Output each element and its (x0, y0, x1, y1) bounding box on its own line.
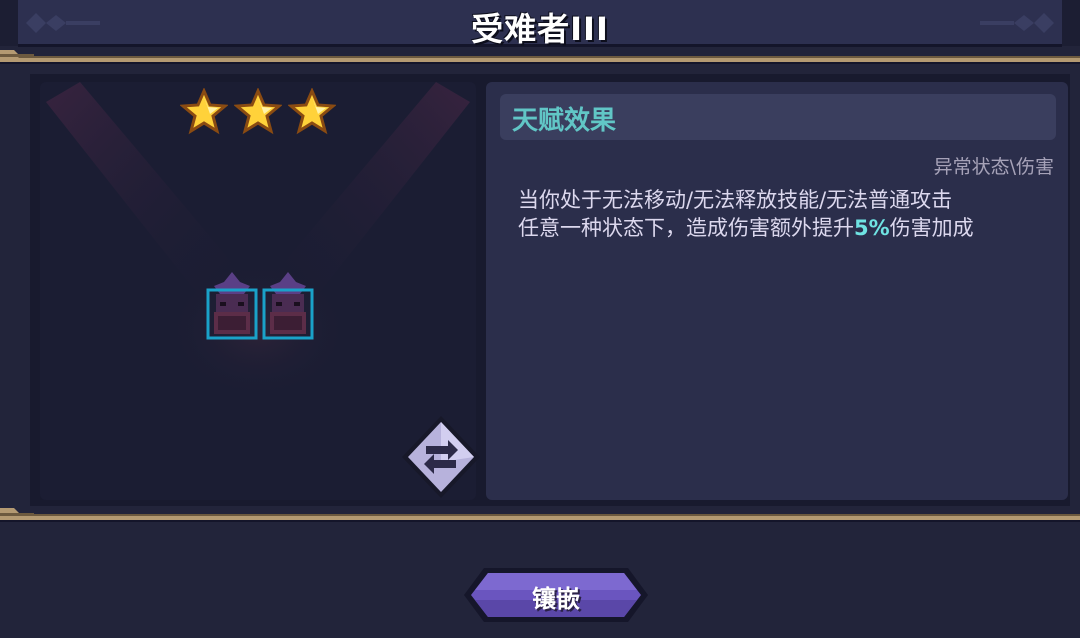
swap-button[interactable] (398, 412, 484, 502)
talent-desc-text: 任意一种状态下，造成伤害额外提升 (518, 216, 854, 240)
page-title: 受难者III (471, 10, 609, 48)
talent-info-panel (486, 82, 1068, 500)
top-rail-cap-icon (0, 50, 34, 62)
talent-description: 当你处于无法移动/无法释放技能/无法普通攻击 任意一种状态下，造成伤害额外提升5… (518, 186, 1058, 242)
star-icon (180, 88, 228, 135)
star-icon (234, 88, 282, 135)
embed-button[interactable]: 镶嵌 (462, 566, 650, 624)
hooded-mage-icon (206, 272, 258, 340)
talent-tag: 异常状态\伤害 (933, 156, 1054, 178)
bottom-rail-cap-icon (0, 508, 34, 520)
embed-button-label: 镶嵌 (532, 585, 580, 613)
hooded-mage-icon (262, 272, 314, 340)
bonus-value: 5% (854, 216, 890, 240)
top-rail (0, 56, 1080, 64)
bottom-rail (0, 514, 1080, 522)
star-rating (180, 88, 340, 136)
talent-title: 天赋效果 (512, 106, 617, 136)
title-bar: 受难者III (0, 0, 1080, 48)
talent-desc-line-2: 任意一种状态下，造成伤害额外提升5%伤害加成 (518, 214, 1058, 242)
star-icon (288, 88, 336, 135)
talent-desc-text: 伤害加成 (889, 216, 974, 240)
talent-desc-line-1: 当你处于无法移动/无法释放技能/无法普通攻击 (518, 188, 953, 212)
